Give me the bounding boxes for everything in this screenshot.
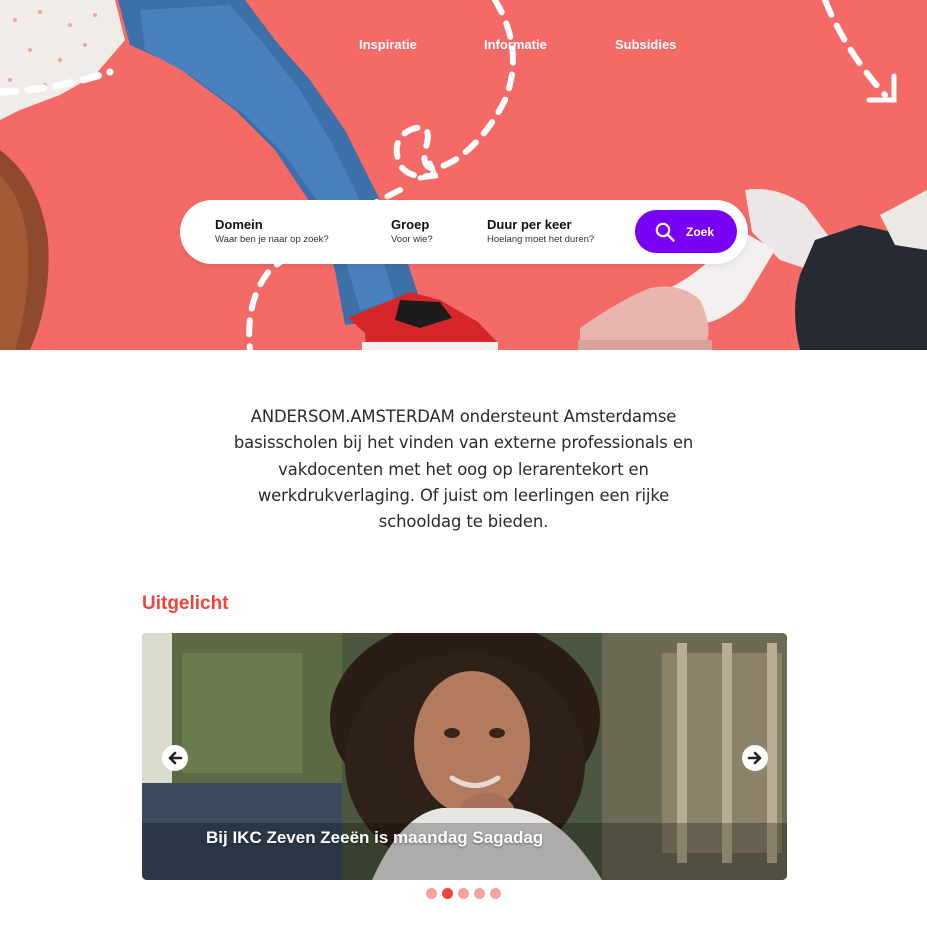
arrow-right-icon <box>747 751 762 765</box>
nav-item-subsidies[interactable]: Subsidies <box>615 37 676 52</box>
intro-section: ANDERSOM.AMSTERDAM ondersteunt Amsterdam… <box>0 404 927 535</box>
carousel-dot[interactable] <box>442 888 453 899</box>
carousel-dot[interactable] <box>426 888 437 899</box>
search-field-subtitle: Hoelang moet het duren? <box>487 234 595 245</box>
search-field-title: Domein <box>215 217 263 232</box>
search-icon <box>655 222 675 242</box>
carousel-prev-button[interactable] <box>162 745 188 771</box>
featured-heading: Uitgelicht <box>142 593 229 614</box>
carousel-next-button[interactable] <box>742 745 768 771</box>
nav-item-informatie[interactable]: Informatie <box>484 37 547 52</box>
search-field-duur[interactable]: Duur per keer Hoelang moet het duren? <box>487 217 594 248</box>
hero-banner: Inspiratie Informatie Subsidies Domein W… <box>0 0 927 350</box>
carousel-dot[interactable] <box>474 888 485 899</box>
search-field-title: Groep <box>391 217 430 232</box>
search-field-groep[interactable]: Groep Voor wie? <box>391 217 433 248</box>
featured-carousel[interactable]: Bij IKC Zeven Zeeën is maandag Sagadag <box>142 633 787 880</box>
search-button[interactable]: Zoek <box>635 210 737 253</box>
carousel-dot[interactable] <box>458 888 469 899</box>
nav-item-inspiratie[interactable]: Inspiratie <box>359 37 417 52</box>
carousel-pagination <box>426 888 501 899</box>
carousel-dot[interactable] <box>490 888 501 899</box>
search-field-title: Duur per keer <box>487 217 572 232</box>
search-bar: Domein Waar ben je naar op zoek? Groep V… <box>180 200 748 264</box>
search-button-label: Zoek <box>686 224 715 239</box>
slide-caption[interactable]: Bij IKC Zeven Zeeën is maandag Sagadag <box>206 828 543 848</box>
search-field-subtitle: Waar ben je naar op zoek? <box>215 234 329 245</box>
intro-text: ANDERSOM.AMSTERDAM ondersteunt Amsterdam… <box>233 407 694 532</box>
search-field-subtitle: Voor wie? <box>391 234 433 245</box>
search-field-domein[interactable]: Domein Waar ben je naar op zoek? <box>215 217 329 248</box>
main-nav: Inspiratie Informatie Subsidies <box>0 37 927 55</box>
arrow-left-icon <box>168 751 183 765</box>
